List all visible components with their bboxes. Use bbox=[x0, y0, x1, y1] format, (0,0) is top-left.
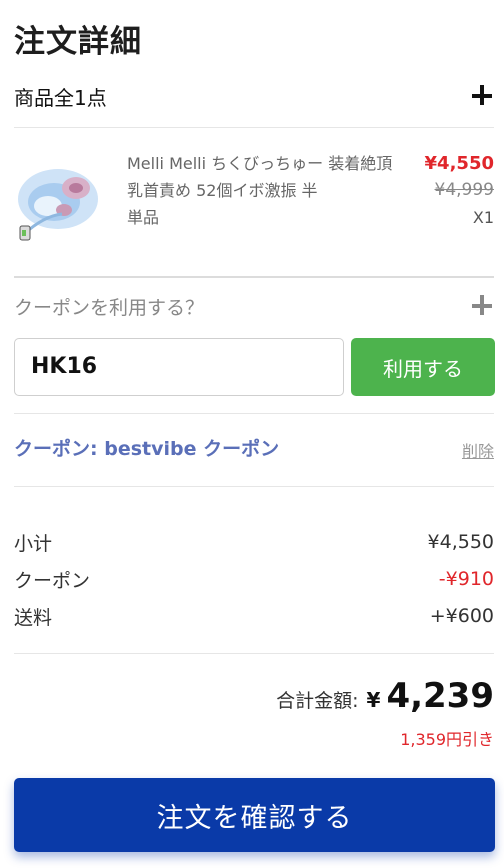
divider bbox=[14, 413, 494, 414]
total-line: 合計金額: ¥ 4,239 bbox=[276, 676, 494, 716]
shipping-label: 送料 bbox=[14, 606, 53, 629]
divider bbox=[14, 127, 494, 128]
subtotal-row: 小计 ¥4,550 bbox=[14, 527, 494, 557]
confirm-order-button[interactable]: 注文を確認する bbox=[14, 778, 495, 852]
product-image bbox=[14, 154, 104, 244]
items-header[interactable]: 商品全1点 bbox=[14, 78, 494, 114]
plus-icon[interactable] bbox=[472, 295, 494, 317]
items-count-label: 商品全1点 bbox=[14, 85, 107, 110]
total-label: 合計金額: bbox=[276, 690, 359, 712]
coupon-discount-value: -¥910 bbox=[438, 568, 494, 590]
total-amount: 4,239 bbox=[386, 676, 494, 716]
product-quantity: X1 bbox=[472, 208, 494, 227]
coupon-discount-label: クーポン bbox=[14, 569, 91, 592]
plus-icon[interactable] bbox=[472, 85, 494, 107]
coupon-discount-row: クーポン -¥910 bbox=[14, 564, 494, 594]
apply-coupon-button[interactable]: 利用する bbox=[351, 338, 495, 396]
divider bbox=[14, 653, 494, 654]
subtotal-label: 小计 bbox=[14, 532, 53, 555]
discount-note: 1,359円引き bbox=[400, 730, 494, 749]
page-title: 注文詳細 bbox=[14, 24, 142, 60]
applied-coupon-label: クーポン: bestvibe クーポン bbox=[14, 438, 280, 460]
product-variant: 単品 bbox=[127, 208, 160, 227]
coupon-code-input[interactable]: HK16 bbox=[14, 338, 344, 396]
product-thumbnail[interactable] bbox=[14, 154, 104, 244]
divider bbox=[14, 486, 494, 487]
coupon-toggle[interactable]: クーポンを利用する？ bbox=[14, 288, 494, 324]
product-item: Melli Melli ちくびっちゅー 装着絶頂 乳首責め 52個イボ激振 半 … bbox=[14, 146, 494, 246]
shipping-row: 送料 +¥600 bbox=[14, 601, 494, 631]
subtotal-value: ¥4,550 bbox=[427, 531, 494, 553]
divider bbox=[14, 276, 494, 278]
coupon-question-label: クーポンを利用する？ bbox=[14, 296, 205, 319]
total-currency: ¥ bbox=[366, 688, 381, 712]
remove-coupon-link[interactable]: 削除 bbox=[462, 438, 494, 462]
product-original-price: ¥4,999 bbox=[434, 180, 494, 200]
shipping-value: +¥600 bbox=[429, 605, 494, 627]
product-name[interactable]: Melli Melli ちくびっちゅー 装着絶頂 乳首責め 52個イボ激振 半 bbox=[127, 150, 395, 204]
product-sale-price: ¥4,550 bbox=[424, 153, 494, 174]
